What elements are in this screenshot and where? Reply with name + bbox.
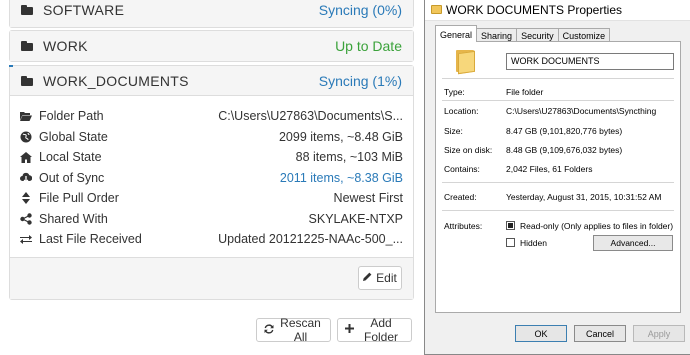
rescan-all-button[interactable]: Rescan All bbox=[256, 316, 331, 344]
panel-accent bbox=[9, 65, 13, 67]
share-icon bbox=[20, 213, 32, 225]
general-tab-page: WORK DOCUMENTS Type: File folder Locatio… bbox=[435, 41, 681, 313]
detail-row-last-file-received: Last File Received Updated 20121225-NAAc… bbox=[20, 229, 403, 250]
divider bbox=[442, 78, 674, 79]
detail-row-local-state: Local State 88 items, ~103 MiB bbox=[20, 147, 403, 168]
folder-panel-work[interactable]: WORK Up to Date bbox=[9, 30, 414, 62]
folder-icon bbox=[431, 5, 442, 14]
folder-name: WORK_DOCUMENTS bbox=[43, 72, 189, 89]
folder-name: SOFTWARE bbox=[43, 2, 125, 18]
tab-customize[interactable]: Customize bbox=[557, 28, 611, 42]
size-on-disk-value: 8.48 GB (9,109,676,032 bytes) bbox=[506, 145, 623, 155]
tab-security[interactable]: Security bbox=[516, 28, 559, 42]
folder-heading-work[interactable]: WORK Up to Date bbox=[10, 31, 413, 61]
properties-dialog: WORK DOCUMENTS Properties General Sharin… bbox=[424, 0, 690, 355]
panel-footer: Edit bbox=[10, 257, 413, 299]
apply-button[interactable]: Apply bbox=[633, 325, 685, 342]
folder-open-icon bbox=[20, 110, 32, 122]
folder-icon bbox=[21, 41, 33, 51]
ok-button[interactable]: OK bbox=[515, 325, 567, 342]
size-value: 8.47 GB (9,101,820,776 bytes) bbox=[506, 126, 623, 136]
contains-value: 2,042 Files, 61 Folders bbox=[506, 164, 593, 174]
hidden-label: Hidden bbox=[520, 238, 547, 248]
home-icon bbox=[20, 151, 32, 163]
detail-row-out-of-sync: Out of Sync 2011 items, ~8.38 GiB bbox=[20, 168, 403, 189]
folder-icon bbox=[21, 75, 33, 86]
detail-row-shared-with: Shared With SKYLAKE-NTXP bbox=[20, 209, 403, 230]
divider bbox=[442, 100, 674, 101]
cancel-button[interactable]: Cancel bbox=[574, 325, 626, 342]
folder-panel-software[interactable]: SOFTWARE Syncing (0%) bbox=[9, 0, 414, 28]
folder-name: WORK bbox=[43, 38, 88, 54]
exchange-icon bbox=[20, 233, 32, 245]
tab-general[interactable]: General bbox=[435, 25, 478, 42]
dialog-title: WORK DOCUMENTS Properties bbox=[446, 2, 623, 17]
folder-panel-work-documents: WORK_DOCUMENTS Syncing (1%) Folder Path … bbox=[9, 65, 414, 300]
sort-icon bbox=[20, 192, 32, 205]
readonly-label: Read-only (Only applies to files in fold… bbox=[520, 221, 674, 231]
readonly-checkbox[interactable] bbox=[506, 221, 515, 230]
dialog-tabs: General Sharing Security Customize bbox=[435, 25, 611, 42]
large-folder-icon bbox=[456, 48, 476, 75]
detail-row-file-pull-order: File Pull Order Newest First bbox=[20, 188, 403, 209]
detail-row-global-state: Global State 2099 items, ~8.48 GiB bbox=[20, 127, 403, 148]
folder-icon bbox=[21, 5, 33, 15]
type-value: File folder bbox=[506, 87, 544, 97]
divider bbox=[442, 210, 674, 211]
tab-sharing[interactable]: Sharing bbox=[476, 28, 518, 42]
created-value: Yesterday, August 31, 2015, 10:31:52 AM bbox=[506, 192, 662, 202]
folder-details: Folder Path C:\Users\U27863\Documents\S.… bbox=[10, 96, 413, 250]
folder-status: Up to Date bbox=[335, 38, 402, 54]
folder-status: Syncing (0%) bbox=[318, 2, 402, 18]
dialog-title-bar[interactable]: WORK DOCUMENTS Properties bbox=[425, 0, 690, 21]
cloud-download-icon bbox=[20, 172, 32, 184]
hidden-checkbox[interactable] bbox=[506, 238, 515, 247]
refresh-icon bbox=[264, 323, 274, 337]
globe-icon bbox=[20, 131, 32, 143]
folder-heading-software[interactable]: SOFTWARE Syncing (0%) bbox=[10, 0, 413, 27]
pencil-icon bbox=[363, 272, 372, 284]
detail-row-folder-path: Folder Path C:\Users\U27863\Documents\S.… bbox=[20, 106, 403, 127]
plus-icon bbox=[345, 324, 354, 336]
advanced-button[interactable]: Advanced... bbox=[593, 235, 673, 251]
edit-button[interactable]: Edit bbox=[358, 266, 402, 290]
folder-name-input[interactable]: WORK DOCUMENTS bbox=[506, 53, 674, 70]
folder-heading-work-documents[interactable]: WORK_DOCUMENTS Syncing (1%) bbox=[10, 66, 413, 96]
location-value: C:\Users\U27863\Documents\Syncthing bbox=[506, 106, 657, 116]
add-folder-button[interactable]: Add Folder bbox=[337, 316, 412, 344]
folder-status: Syncing (1%) bbox=[318, 72, 402, 89]
divider bbox=[442, 182, 674, 183]
